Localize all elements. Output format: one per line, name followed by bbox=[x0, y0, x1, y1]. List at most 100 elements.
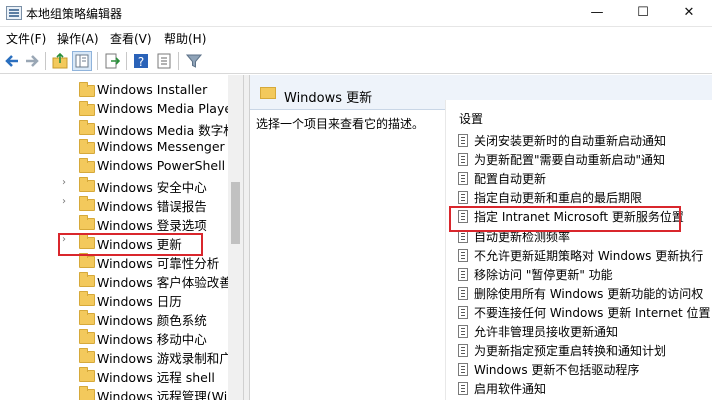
folder-icon bbox=[79, 272, 95, 287]
tree-item-label: Windows 远程管理(WinR bbox=[97, 389, 243, 400]
policy-label: 允许非管理员接收更新通知 bbox=[474, 325, 619, 339]
policy-item[interactable]: 关闭安装更新时的自动重新启动通知 bbox=[458, 131, 712, 150]
folder-icon bbox=[79, 139, 95, 154]
folder-icon bbox=[79, 120, 95, 135]
policy-label: 指定自动更新和重启的最后期限 bbox=[474, 191, 643, 206]
tree-item[interactable]: Windows 登录选项 bbox=[0, 214, 230, 233]
tree-item-label: Windows 游戏录制和广播 bbox=[97, 351, 243, 366]
forward-arrow-icon[interactable] bbox=[22, 51, 42, 71]
menu-action[interactable]: 操作(A) bbox=[57, 30, 99, 47]
menu-view[interactable]: 查看(V) bbox=[110, 30, 152, 47]
policy-label: 删除使用所有 Windows 更新功能的访问权 bbox=[474, 286, 704, 301]
policy-label: Windows 更新不包括驱动程序 bbox=[474, 363, 640, 378]
toolbar-separator bbox=[45, 52, 46, 70]
tree-item[interactable]: Windows 游戏录制和广播 bbox=[0, 347, 243, 366]
policy-item[interactable]: Windows 更新不包括驱动程序 bbox=[458, 360, 712, 379]
tree-item[interactable]: Windows 客户体验改善计 bbox=[0, 271, 243, 290]
folder-icon bbox=[79, 177, 95, 192]
tree-item-label: Windows 错误报告 bbox=[97, 199, 207, 214]
export-list-icon[interactable] bbox=[102, 51, 122, 71]
policy-label: 不允许更新延期策略对 Windows 更新执行 bbox=[474, 248, 704, 263]
policy-label: 关闭安装更新时的自动重新启动通知 bbox=[474, 134, 667, 148]
policy-label: 为更新配置"需要自动重新启动"通知 bbox=[474, 153, 666, 168]
folder-icon bbox=[79, 329, 95, 344]
back-arrow-icon[interactable] bbox=[2, 51, 22, 71]
policy-item[interactable]: 为更新配置"需要自动重新启动"通知 bbox=[458, 150, 712, 169]
tree-item[interactable]: Windows Installer bbox=[0, 81, 230, 100]
show-hide-tree-icon[interactable] bbox=[72, 51, 92, 71]
maximize-button[interactable]: ☐ bbox=[620, 0, 666, 26]
folder-icon bbox=[79, 291, 95, 306]
properties-icon[interactable] bbox=[154, 51, 174, 71]
column-header-settings[interactable]: 设置 bbox=[459, 110, 483, 127]
policy-label: 为更新指定预定重启转换和通知计划 bbox=[474, 344, 667, 359]
toolbar-separator bbox=[97, 52, 98, 70]
chevron-right-icon[interactable]: › bbox=[62, 177, 66, 188]
folder-icon bbox=[79, 101, 95, 116]
folder-icon bbox=[79, 253, 95, 268]
policy-item[interactable]: 移除访问 "暂停更新" 功能 bbox=[458, 265, 712, 284]
scrollbar-thumb[interactable] bbox=[231, 182, 240, 244]
folder-icon bbox=[260, 87, 276, 99]
policy-item[interactable]: 删除使用所有 Windows 更新功能的访问权 bbox=[458, 284, 712, 303]
tree-selection-highlight bbox=[58, 233, 203, 256]
description-text: 选择一个项目来查看它的描述。 bbox=[256, 117, 425, 131]
policy-item[interactable]: 为更新指定预定重启转换和通知计划 bbox=[458, 341, 712, 360]
title-bar: 本地组策略编辑器 — ☐ ✕ bbox=[0, 0, 712, 27]
tree-item[interactable]: Windows 远程 shell bbox=[0, 366, 230, 385]
policy-setting-icon bbox=[458, 344, 468, 358]
tree-item-label: Windows 移动中心 bbox=[97, 332, 207, 347]
policy-label: 不要连接任何 Windows 更新 Internet 位置 bbox=[474, 305, 711, 320]
menu-help[interactable]: 帮助(H) bbox=[164, 30, 206, 47]
policy-setting-icon bbox=[458, 286, 468, 300]
tree-item-label: Windows Media 数字权 bbox=[97, 123, 236, 138]
close-button[interactable]: ✕ bbox=[666, 0, 712, 26]
toolbar: ? bbox=[0, 48, 712, 74]
policy-item[interactable]: 不要连接任何 Windows 更新 Internet 位置 bbox=[458, 303, 712, 322]
folder-icon bbox=[79, 386, 95, 400]
tree-item-label: Windows PowerShell bbox=[97, 158, 226, 173]
folder-up-icon[interactable] bbox=[50, 51, 70, 71]
policy-setting-icon bbox=[458, 153, 468, 167]
tree-item-label: Windows Installer bbox=[97, 82, 208, 97]
policy-setting-icon bbox=[458, 191, 468, 205]
tree-item-label: Windows 客户体验改善计 bbox=[97, 275, 243, 290]
tree-item[interactable]: › Windows 安全中心 bbox=[0, 176, 230, 195]
tree-scrollbar[interactable] bbox=[228, 75, 243, 400]
tree-item-label: Windows 安全中心 bbox=[97, 180, 207, 195]
minimize-button[interactable]: — bbox=[574, 0, 620, 26]
folder-icon bbox=[79, 196, 95, 211]
folder-icon bbox=[79, 348, 95, 363]
policy-selection-highlight bbox=[449, 206, 681, 232]
tree-item[interactable]: › Windows 错误报告 bbox=[0, 195, 230, 214]
tree-item-label: Windows 日历 bbox=[97, 294, 182, 309]
folder-icon bbox=[79, 310, 95, 325]
filter-icon[interactable] bbox=[184, 51, 204, 71]
help-icon[interactable]: ? bbox=[131, 51, 151, 71]
detail-title: Windows 更新 bbox=[284, 91, 373, 106]
chevron-right-icon[interactable]: › bbox=[62, 196, 66, 207]
policy-item[interactable]: 配置自动更新 bbox=[458, 169, 712, 188]
pane-splitter[interactable] bbox=[243, 75, 250, 400]
tree-item[interactable]: Windows Media Player bbox=[0, 100, 237, 119]
tree-item[interactable]: Windows Messenger bbox=[0, 138, 230, 157]
tree-item-label: Windows Media Player bbox=[97, 101, 238, 116]
tree-item-label: Windows 登录选项 bbox=[97, 218, 207, 233]
policy-label: 启用软件通知 bbox=[474, 382, 547, 397]
folder-icon bbox=[79, 215, 95, 230]
menu-file[interactable]: 文件(F) bbox=[6, 30, 46, 47]
tree-item[interactable]: Windows 颜色系统 bbox=[0, 309, 230, 328]
policy-label: 移除访问 "暂停更新" 功能 bbox=[474, 267, 613, 282]
policy-item[interactable]: 不允许更新延期策略对 Windows 更新执行 bbox=[458, 246, 712, 265]
policy-item[interactable]: 允许非管理员接收更新通知 bbox=[458, 322, 712, 341]
policy-setting-icon bbox=[458, 134, 468, 147]
policy-item[interactable]: 启用软件通知 bbox=[458, 379, 712, 398]
tree-item[interactable]: Windows 移动中心 bbox=[0, 328, 230, 347]
policy-label: 配置自动更新 bbox=[474, 172, 547, 187]
tree-item[interactable]: Windows 日历 bbox=[0, 290, 230, 309]
tree-item-label: Windows 颜色系统 bbox=[97, 313, 207, 328]
tree-item[interactable]: Windows 远程管理(WinR bbox=[0, 385, 243, 400]
policy-item[interactable]: 指定自动更新和重启的最后期限 bbox=[458, 188, 712, 207]
tree-item[interactable]: Windows PowerShell bbox=[0, 157, 230, 176]
tree-item[interactable]: Windows Media 数字权 bbox=[0, 119, 236, 138]
